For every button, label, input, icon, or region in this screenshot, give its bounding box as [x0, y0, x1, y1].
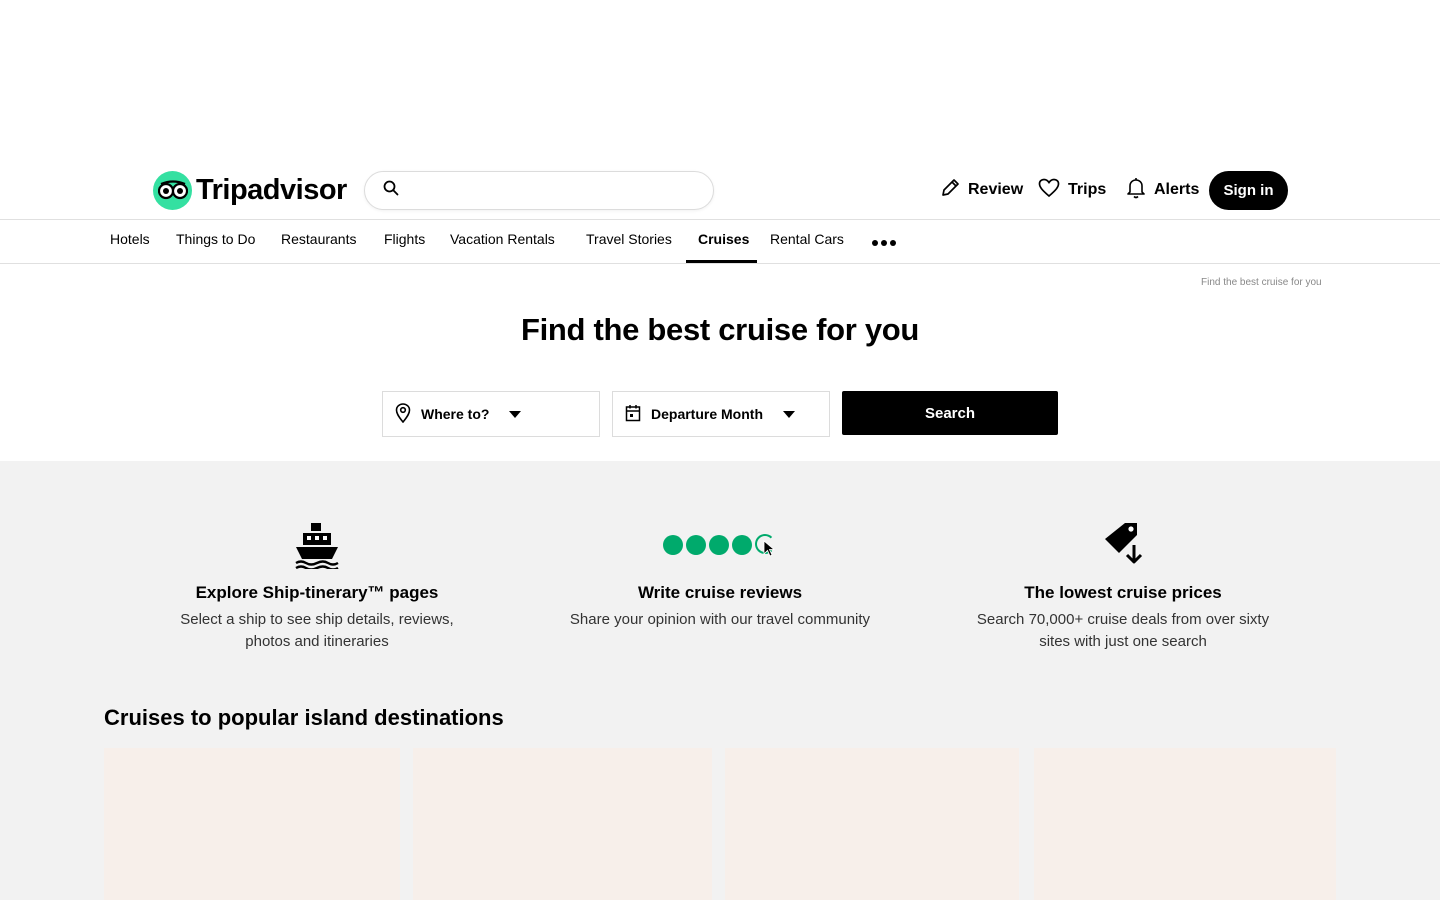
section-title: Cruises to popular island destinations	[104, 705, 504, 730]
logo-wordmark: Tripadvisor	[196, 173, 347, 206]
destination-card[interactable]	[1034, 748, 1336, 900]
rating-bubbles-icon	[500, 519, 940, 571]
feature-title: Explore Ship-tinerary™ pages	[195, 583, 439, 602]
more-options-button[interactable]	[866, 227, 902, 259]
heart-icon	[1038, 178, 1060, 203]
nav-item-cruises[interactable]: Cruises	[698, 231, 749, 247]
search-icon	[383, 180, 399, 201]
feature-description: Select a ship to see ship details, revie…	[97, 609, 537, 653]
feature-write-reviews: Write cruise reviews Share your opinion …	[500, 519, 940, 631]
feature-desc-line: Search 70,000+ cruise deals from over si…	[976, 611, 1270, 628]
feature-description: Share your opinion with our travel commu…	[500, 609, 940, 631]
nav-item-travel-stories[interactable]: Travel Stories	[586, 231, 672, 247]
review-button[interactable]: Review	[936, 172, 1027, 208]
chevron-down-icon	[783, 410, 795, 418]
departure-month-field[interactable]: Departure Month	[612, 391, 830, 437]
feature-desc-line: photos and itineraries	[245, 633, 389, 650]
destination-card[interactable]	[413, 748, 712, 900]
sign-in-label: Sign in	[1223, 182, 1274, 199]
search-input[interactable]	[407, 182, 713, 199]
trips-button[interactable]: Trips	[1034, 172, 1110, 208]
hidden-page-title: Find the best cruise for you	[1201, 277, 1322, 288]
price-tag-down-icon	[903, 519, 1343, 571]
page-title: Find the best cruise for you	[520, 312, 920, 347]
calendar-icon	[625, 404, 641, 425]
nav-item-things-to-do[interactable]: Things to Do	[176, 231, 255, 247]
nav-item-rental-cars[interactable]: Rental Cars	[770, 231, 844, 247]
feature-ship-tinerary: Explore Ship-tinerary™ pages Select a sh…	[97, 519, 537, 653]
feature-description: Search 70,000+ cruise deals from over si…	[903, 609, 1343, 653]
search-button-label: Search	[924, 404, 976, 422]
site-header: Tripadvisor Review Trips Alerts Sign in	[0, 160, 1440, 220]
pencil-icon	[940, 178, 960, 203]
where-to-field[interactable]: Where to?	[382, 391, 600, 437]
sign-in-button[interactable]: Sign in	[1209, 171, 1288, 210]
departure-month-label: Departure Month	[651, 406, 763, 422]
alerts-label: Alerts	[1154, 181, 1200, 198]
cruise-search-button[interactable]: Search	[842, 391, 1058, 435]
feature-title: The lowest cruise prices	[1024, 583, 1222, 602]
nav-item-vacation-rentals[interactable]: Vacation Rentals	[450, 231, 555, 247]
trips-label: Trips	[1068, 181, 1107, 198]
more-dots-icon	[871, 240, 898, 246]
feature-lowest-prices: The lowest cruise prices Search 70,000+ …	[903, 519, 1343, 653]
alerts-button[interactable]: Alerts	[1122, 172, 1203, 208]
tripadvisor-logo[interactable]: Tripadvisor	[153, 170, 347, 210]
owl-logo-icon	[153, 170, 192, 210]
review-label: Review	[968, 181, 1024, 198]
feature-desc-line: sites with just one search	[1039, 633, 1207, 650]
feature-desc-line: Select a ship to see ship details, revie…	[180, 611, 454, 628]
nav-item-hotels[interactable]: Hotels	[110, 231, 150, 247]
map-pin-icon	[395, 402, 411, 426]
destination-card[interactable]	[725, 748, 1019, 900]
ad-banner-slot[interactable]	[63, 4, 1356, 125]
global-search[interactable]	[364, 171, 714, 210]
ship-icon	[97, 519, 537, 571]
bell-icon	[1126, 177, 1146, 204]
feature-desc-line: Share your opinion with our travel commu…	[569, 611, 871, 628]
feature-title: Write cruise reviews	[637, 583, 803, 602]
nav-item-flights[interactable]: Flights	[384, 231, 425, 247]
nav-item-restaurants[interactable]: Restaurants	[281, 231, 356, 247]
active-tab-indicator	[686, 260, 757, 263]
destination-card[interactable]	[104, 748, 400, 900]
chevron-down-icon	[509, 410, 522, 418]
where-to-label: Where to?	[421, 406, 490, 422]
category-nav: Hotels Things to Do Restaurants Flights …	[0, 221, 1440, 264]
